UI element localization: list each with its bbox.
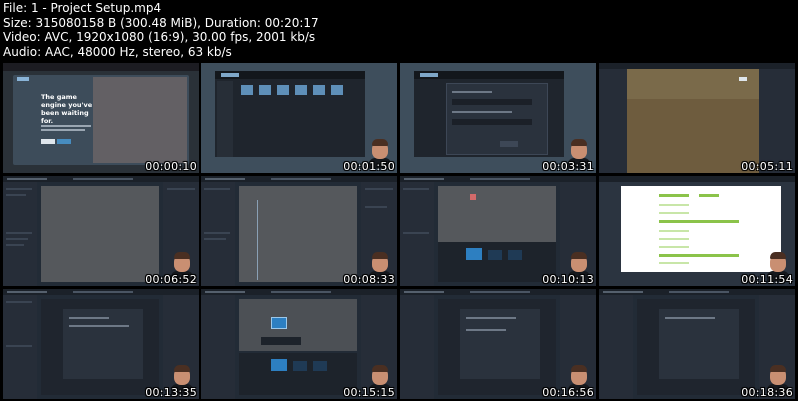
file-size: Size: 315080158 B (300.48 MiB), Duration…: [3, 15, 319, 30]
thumbnail-8[interactable]: 00:11:54: [599, 176, 795, 286]
timestamp: 00:10:13: [542, 273, 594, 286]
thumbnail-1[interactable]: The game engine you've been waiting for.…: [3, 63, 199, 173]
thumbnail-7[interactable]: 00:10:13: [400, 176, 596, 286]
timestamp: 00:11:54: [741, 273, 793, 286]
thumbnail-5[interactable]: 00:06:52: [3, 176, 199, 286]
timestamp: 00:15:15: [343, 386, 395, 399]
file-name: File: 1 - Project Setup.mp4: [3, 1, 162, 15]
thumbnail-3[interactable]: 00:03:31: [400, 63, 596, 173]
website-headline: The game engine you've been waiting for.: [41, 93, 93, 125]
thumbnail-12[interactable]: 00:18:36: [599, 289, 795, 399]
thumbnail-11[interactable]: 00:16:56: [400, 289, 596, 399]
file-info: File: 1 - Project Setup.mp4 Size: 315080…: [3, 1, 319, 59]
thumbnail-4[interactable]: 00:05:11: [599, 63, 795, 173]
timestamp: 00:05:11: [741, 160, 793, 173]
timestamp: 00:13:35: [145, 386, 197, 399]
thumbnail-9[interactable]: 00:13:35: [3, 289, 199, 399]
thumbnail-10[interactable]: 00:15:15: [201, 289, 397, 399]
timestamp: 00:00:10: [145, 160, 197, 173]
audio-info: Audio: AAC, 48000 Hz, stereo, 63 kb/s: [3, 44, 232, 59]
timestamp: 00:08:33: [343, 273, 395, 286]
thumbnail-grid: The game engine you've been waiting for.…: [3, 63, 795, 399]
video-info: Video: AVC, 1920x1080 (16:9), 30.00 fps,…: [3, 30, 316, 45]
thumbnail-2[interactable]: 00:01:50: [201, 63, 397, 173]
timestamp: 00:03:31: [542, 160, 594, 173]
timestamp: 00:16:56: [542, 386, 594, 399]
timestamp: 00:06:52: [145, 273, 197, 286]
timestamp: 00:18:36: [741, 386, 793, 399]
thumbnail-6[interactable]: 00:08:33: [201, 176, 397, 286]
timestamp: 00:01:50: [343, 160, 395, 173]
